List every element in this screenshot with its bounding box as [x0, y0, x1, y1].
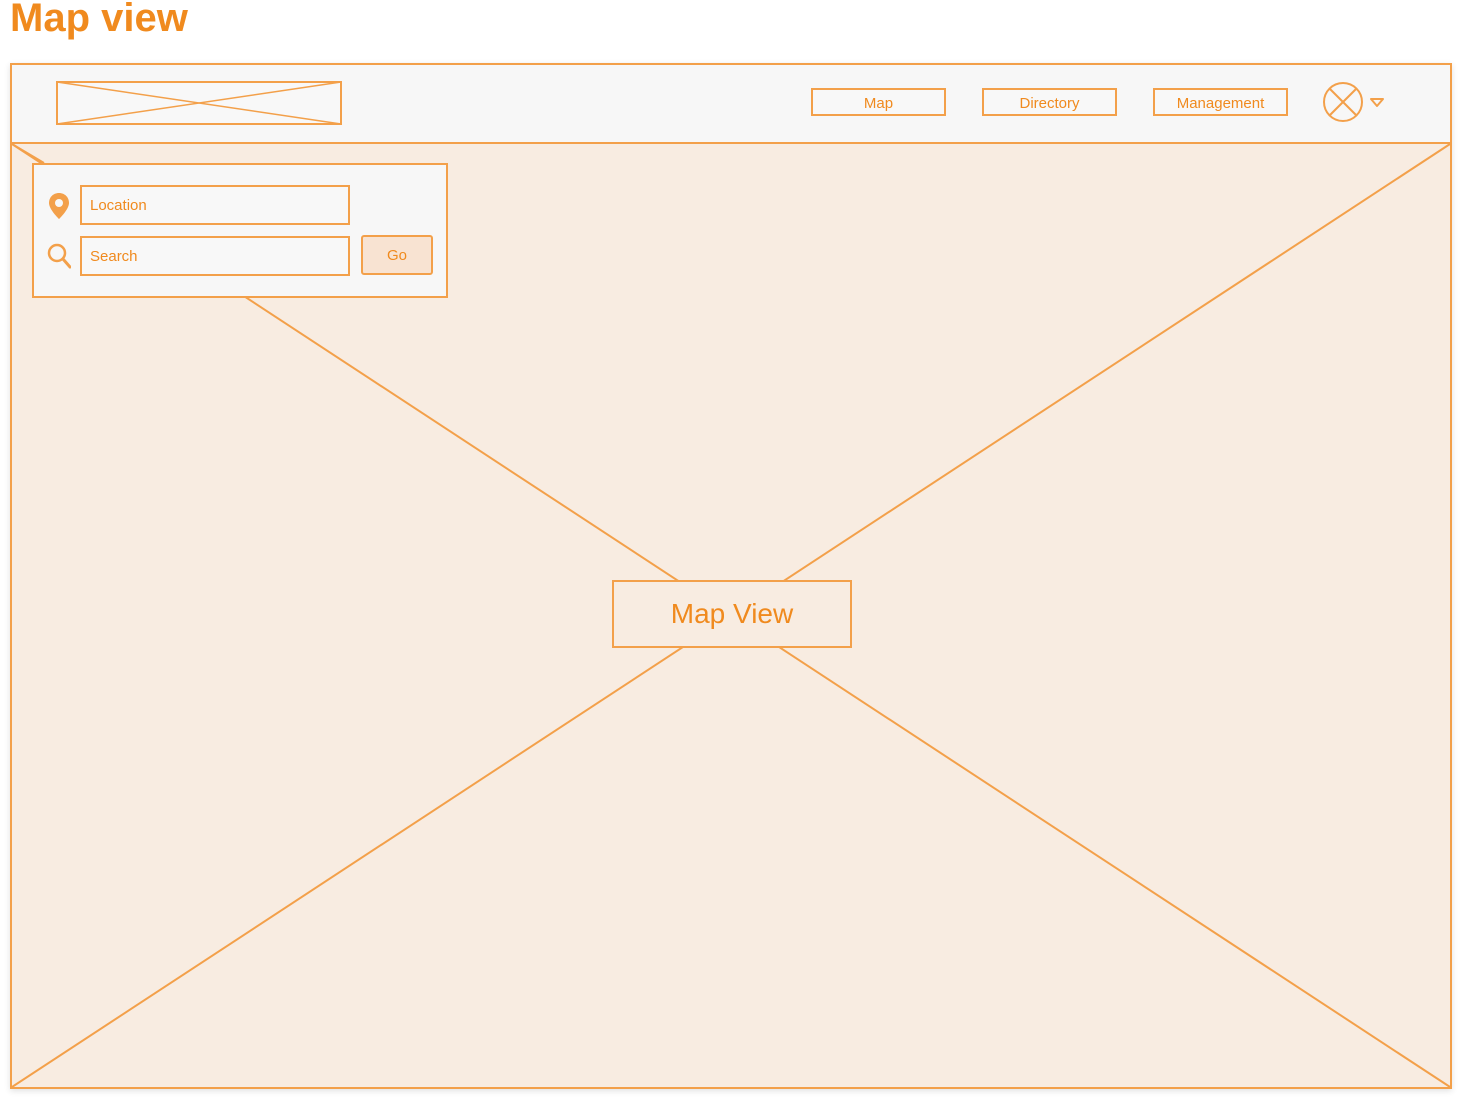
- nav-directory-button[interactable]: Directory: [982, 88, 1117, 116]
- nav-map-button[interactable]: Map: [811, 88, 946, 116]
- go-button[interactable]: Go: [361, 235, 433, 275]
- page: Map view Map View Map Directory Manageme…: [0, 0, 1460, 1101]
- map-edge-line: [12, 144, 45, 164]
- location-input[interactable]: [80, 185, 350, 225]
- caret-down-icon[interactable]: [1370, 98, 1384, 108]
- avatar-placeholder-icon[interactable]: [1322, 81, 1364, 123]
- logo-placeholder-icon[interactable]: [56, 81, 342, 125]
- search-input[interactable]: [80, 236, 350, 276]
- nav-management-button[interactable]: Management: [1153, 88, 1288, 116]
- map-view-label: Map View: [612, 580, 852, 648]
- page-title: Map view: [10, 0, 188, 40]
- top-header: Map Directory Management: [12, 65, 1450, 144]
- search-panel: Go: [32, 163, 448, 298]
- app-frame: Map View Map Directory Management Locati…: [10, 63, 1452, 1089]
- map-pin-icon: [49, 193, 69, 219]
- search-icon: [47, 243, 71, 269]
